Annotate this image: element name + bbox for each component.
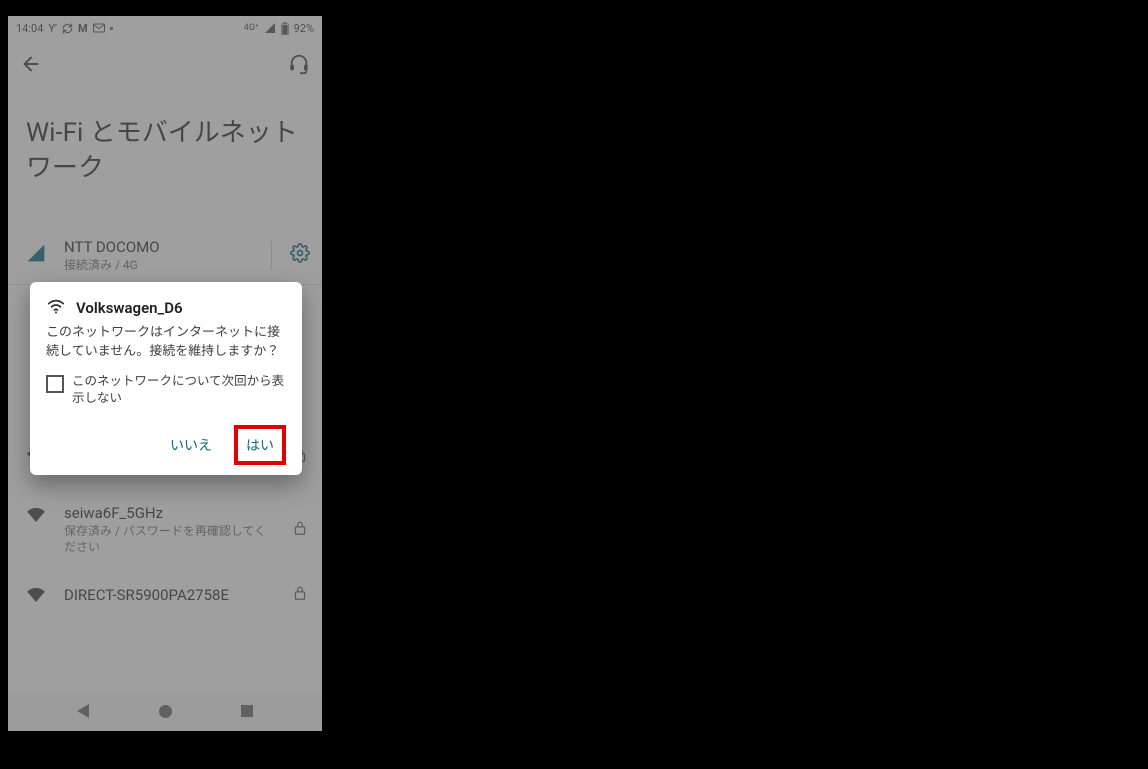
dialog: Volkswagen_D6 このネットワークはインターネットに接続していません。…	[30, 282, 302, 475]
dialog-message: このネットワークはインターネットに接続していません。接続を維持しますか？	[46, 324, 286, 362]
dialog-title-row: Volkswagen_D6	[46, 298, 286, 318]
wifi-icon	[46, 298, 66, 318]
dialog-checkbox-row[interactable]: このネットワークについて次回から表示しない	[46, 374, 286, 408]
phone-screen: 14:04 Y' M 4G⁺ 92%	[8, 16, 322, 731]
no-button[interactable]: いいえ	[162, 429, 220, 461]
checkbox-icon[interactable]	[46, 375, 64, 393]
dialog-checkbox-label: このネットワークについて次回から表示しない	[72, 374, 286, 408]
dialog-title: Volkswagen_D6	[76, 299, 183, 317]
dialog-actions: いいえ はい	[46, 425, 286, 465]
yes-button[interactable]: はい	[234, 425, 286, 465]
